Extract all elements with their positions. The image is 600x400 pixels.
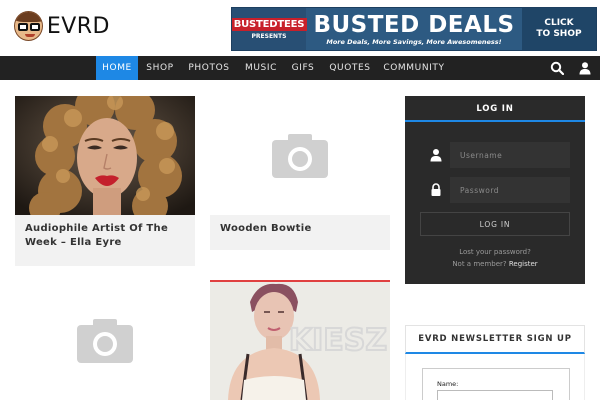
post-card[interactable] [15,281,195,400]
banner-cta-button[interactable]: CLICK TO SHOP [522,8,596,50]
member-line: Not a member? Register [405,260,585,268]
camera-placeholder-icon [77,318,133,363]
password-input[interactable] [450,177,570,203]
portrait-image [15,96,195,215]
login-panel: LOG IN LOG IN Lost your password? Not a … [405,96,585,284]
login-title: LOG IN [405,96,585,122]
newsletter-name-input[interactable] [437,390,553,400]
site-header: EVRD BUSTEDTEES PRESENTS BUSTED DEALS Mo… [0,0,600,56]
main-nav: HOME SHOP PHOTOS MUSIC GIFS QUOTES COMMU… [0,56,600,80]
post-thumbnail[interactable] [210,96,390,215]
banner-brand-sub: PRESENTS [251,33,287,40]
banner-brand-name: BUSTEDTEES [232,18,308,31]
nav-item-music[interactable]: MUSIC [238,56,284,80]
banner-tagline: More Deals, More Savings, More Awesomene… [326,37,502,46]
post-title[interactable]: Audiophile Artist Of The Week – Ella Eyr… [25,222,190,250]
logo-face-icon [14,11,43,41]
artist-photo-image: KIESZ [210,280,390,400]
user-icon [430,149,442,162]
banner-brand: BUSTEDTEES PRESENTS [232,8,308,50]
newsletter-name-label: Name: [437,380,459,388]
lock-icon [431,183,441,196]
register-link[interactable]: Register [509,260,538,268]
lost-password-link[interactable]: Lost your password? [405,248,585,256]
post-thumbnail[interactable] [15,96,195,215]
newsletter-panel: EVRD NEWSLETTER SIGN UP [405,325,585,354]
post-thumbnail[interactable]: KIESZ [210,280,390,400]
nav-item-gifs[interactable]: GIFS [287,56,319,80]
kiesz-logo-text: KIESZ [289,323,387,358]
banner-main: BUSTED DEALS More Deals, More Savings, M… [306,8,522,50]
nav-item-photos[interactable]: PHOTOS [184,56,234,80]
post-card[interactable]: Audiophile Artist Of The Week – Ella Eyr… [15,96,195,266]
page: EVRD BUSTEDTEES PRESENTS BUSTED DEALS Mo… [0,0,600,400]
nav-item-community[interactable]: COMMUNITY [380,56,448,80]
username-input[interactable] [450,142,570,168]
password-row [420,177,570,203]
logo-text: EVRD [46,13,110,39]
search-icon[interactable] [550,61,564,75]
newsletter-form: Name: [422,368,570,400]
post-card[interactable]: KIESZ [210,280,390,400]
camera-placeholder-icon [272,133,328,178]
newsletter-title: EVRD NEWSLETTER SIGN UP [418,334,572,344]
user-icon[interactable] [578,61,592,75]
nav-item-quotes[interactable]: QUOTES [323,56,377,80]
newsletter-body: Name: [405,354,585,400]
nav-item-home[interactable]: HOME [96,56,138,80]
username-row [420,142,570,168]
site-logo[interactable]: EVRD [14,8,110,44]
banner-cta-label: CLICK TO SHOP [536,18,582,39]
post-title[interactable]: Wooden Bowtie [220,222,385,236]
nav-item-shop[interactable]: SHOP [140,56,180,80]
post-card[interactable]: Wooden Bowtie [210,96,390,250]
banner-title: BUSTED DEALS [313,11,515,38]
not-member-text: Not a member? [452,260,507,268]
ad-banner[interactable]: BUSTEDTEES PRESENTS BUSTED DEALS More De… [231,7,597,51]
login-button[interactable]: LOG IN [420,212,570,236]
